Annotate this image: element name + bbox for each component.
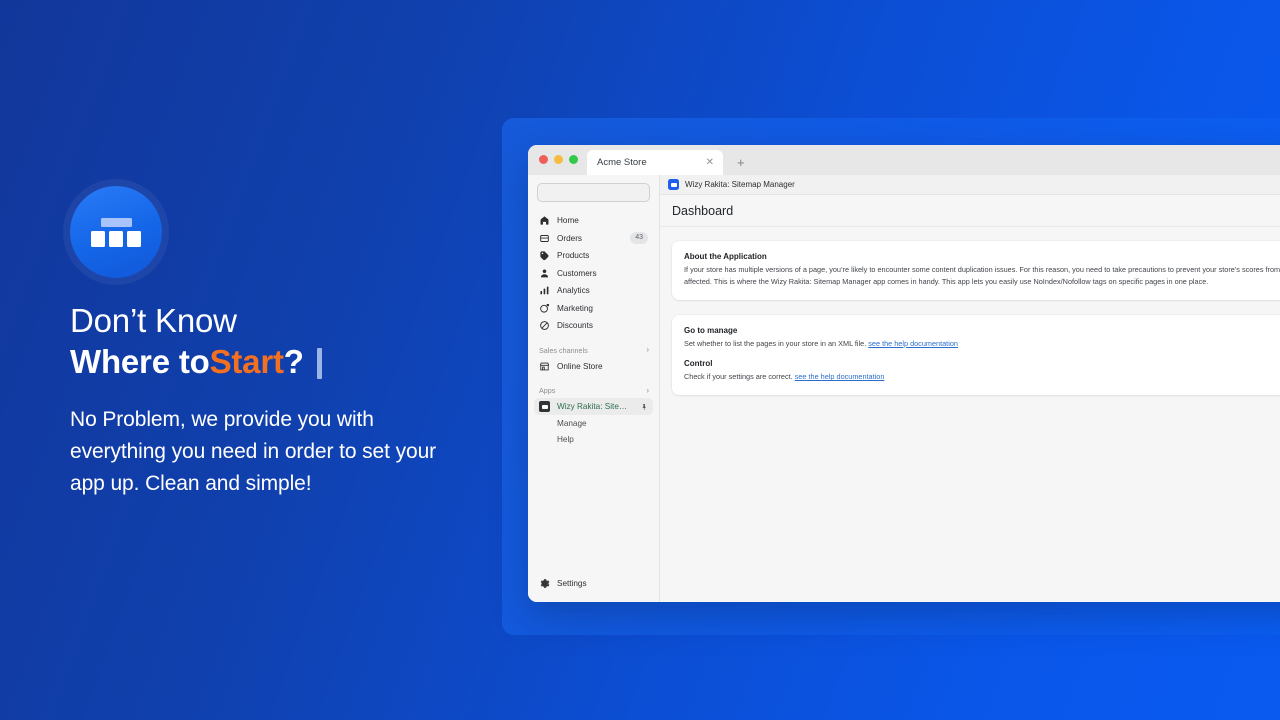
sidebar-item-orders[interactable]: Orders 43 (534, 230, 653, 247)
sidebar-item-settings[interactable]: Settings (534, 575, 653, 592)
app-topbar-title: Wizy Rakita: Sitemap Manager (685, 180, 795, 189)
sidebar-item-discounts[interactable]: Discounts (534, 317, 653, 334)
typing-cursor (316, 348, 322, 380)
headline-bold-text: Where to (70, 342, 210, 380)
sidebar-subitem-label: Help (557, 435, 574, 444)
browser-tab[interactable]: Acme Store ✕ (587, 150, 723, 175)
window-controls[interactable] (539, 155, 578, 164)
sidebar-item-label: Discounts (557, 321, 593, 330)
sidebar-subitem-manage[interactable]: Manage (534, 416, 653, 432)
sidebar: Home Orders 43 Products Customers Analyt… (528, 175, 660, 602)
logo-square (91, 230, 105, 247)
headline-accent-word: Start (209, 342, 284, 380)
sitemap-logo-icon (70, 186, 162, 278)
marketing-icon (539, 303, 550, 314)
control-body: Check if your settings are correct. see … (684, 371, 1280, 383)
sidebar-section-apps[interactable]: Apps › (528, 386, 659, 395)
products-icon (539, 250, 550, 261)
maximize-window-button[interactable] (569, 155, 578, 164)
headline-line-2: Where to Start? (70, 341, 490, 382)
new-tab-icon[interactable]: + (737, 156, 745, 169)
orders-count-badge: 43 (630, 232, 648, 244)
sidebar-primary-nav: Home Orders 43 Products Customers Analyt… (528, 212, 659, 335)
sidebar-item-label: Settings (557, 578, 587, 588)
promo-headline: Don’t Know Where to Start? (70, 302, 490, 382)
customers-icon (539, 268, 550, 279)
card-title: Go to manage (684, 325, 738, 335)
card-body: If your store has multiple versions of a… (684, 265, 1280, 286)
sidebar-item-marketing[interactable]: Marketing (534, 300, 653, 317)
orders-icon (539, 233, 550, 244)
pin-icon[interactable] (640, 398, 648, 416)
app-shell: Home Orders 43 Products Customers Analyt… (528, 175, 1280, 602)
manage-description: Set whether to list the pages in your st… (684, 338, 867, 348)
about-application-card: About the Application If your store has … (672, 241, 1280, 300)
sidebar-item-wizy-rakita-sitemap[interactable]: Wizy Rakita: Sitemap ... (534, 398, 653, 415)
browser-tab-title: Acme Store (597, 157, 647, 168)
sidebar-subitem-label: Manage (557, 419, 587, 428)
store-icon (539, 361, 550, 372)
help-documentation-link[interactable]: see the help documentation (868, 339, 958, 348)
search-input[interactable] (537, 183, 650, 202)
sidebar-subitem-help[interactable]: Help (534, 432, 653, 448)
app-tile-icon (539, 401, 550, 412)
help-documentation-link[interactable]: see the help documentation (795, 372, 885, 381)
promo-column: Don’t Know Where to Start? No Problem, w… (70, 186, 490, 501)
browser-window: Acme Store ✕ + Home Orders 43 Products C… (528, 145, 1280, 602)
analytics-icon (539, 285, 550, 296)
dashboard-content: About the Application If your store has … (660, 227, 1280, 410)
sidebar-item-online-store[interactable]: Online Store (534, 358, 653, 375)
card-body: Set whether to list the pages in your st… (684, 338, 1280, 350)
logo-square (109, 230, 123, 247)
home-icon (539, 215, 550, 226)
headline-line-1: Don’t Know (70, 302, 237, 339)
chevron-right-icon[interactable]: › (646, 386, 649, 395)
sidebar-sales-channels-nav: Online Store (528, 358, 659, 376)
sidebar-apps-nav: Wizy Rakita: Sitemap ... Manage Help (528, 398, 659, 448)
headline-question-mark: ? (283, 342, 304, 380)
sidebar-item-home[interactable]: Home (534, 212, 653, 229)
close-window-button[interactable] (539, 155, 548, 164)
sidebar-item-label: Online Store (557, 361, 603, 371)
sidebar-item-label: Wizy Rakita: Sitemap ... (557, 402, 633, 411)
promo-subcopy: No Problem, we provide you with everythi… (70, 408, 437, 496)
sidebar-item-label: Products (557, 251, 590, 260)
app-square-icon (668, 179, 679, 190)
sidebar-item-customers[interactable]: Customers (534, 265, 653, 282)
chevron-right-icon[interactable]: › (646, 346, 649, 354)
section-label: Sales channels (539, 345, 588, 355)
sidebar-item-products[interactable]: Products (534, 247, 653, 264)
sidebar-item-label: Orders (557, 233, 583, 243)
minimize-window-button[interactable] (554, 155, 563, 164)
control-description: Check if your settings are correct. (684, 372, 793, 382)
control-title: Control (684, 359, 713, 369)
card-title: About the Application (684, 252, 767, 261)
close-icon[interactable]: ✕ (704, 157, 716, 168)
browser-chrome-bar: Acme Store ✕ + (528, 145, 1280, 175)
page-header: Dashboard (660, 195, 1280, 227)
logo-square (127, 230, 141, 247)
sidebar-item-label: Marketing (557, 303, 593, 313)
logo-mark (91, 217, 141, 247)
page-title: Dashboard (672, 203, 734, 218)
logo-squares-row (91, 230, 141, 247)
sidebar-item-analytics[interactable]: Analytics (534, 282, 653, 299)
main-pane: Wizy Rakita: Sitemap Manager Dashboard A… (660, 175, 1280, 602)
gear-icon (539, 578, 550, 589)
sidebar-footer: Settings (528, 575, 659, 603)
section-label: Apps (539, 386, 556, 395)
manage-control-card: Go to manage Set whether to list the pag… (672, 314, 1280, 396)
discounts-icon (539, 320, 550, 331)
sidebar-item-label: Customers (557, 268, 597, 278)
app-topbar: Wizy Rakita: Sitemap Manager (660, 175, 1280, 195)
sidebar-item-label: Analytics (557, 286, 590, 295)
sidebar-section-sales-channels[interactable]: Sales channels › (528, 346, 659, 355)
sidebar-item-label: Home (557, 216, 579, 225)
logo-top-bar (100, 217, 132, 227)
